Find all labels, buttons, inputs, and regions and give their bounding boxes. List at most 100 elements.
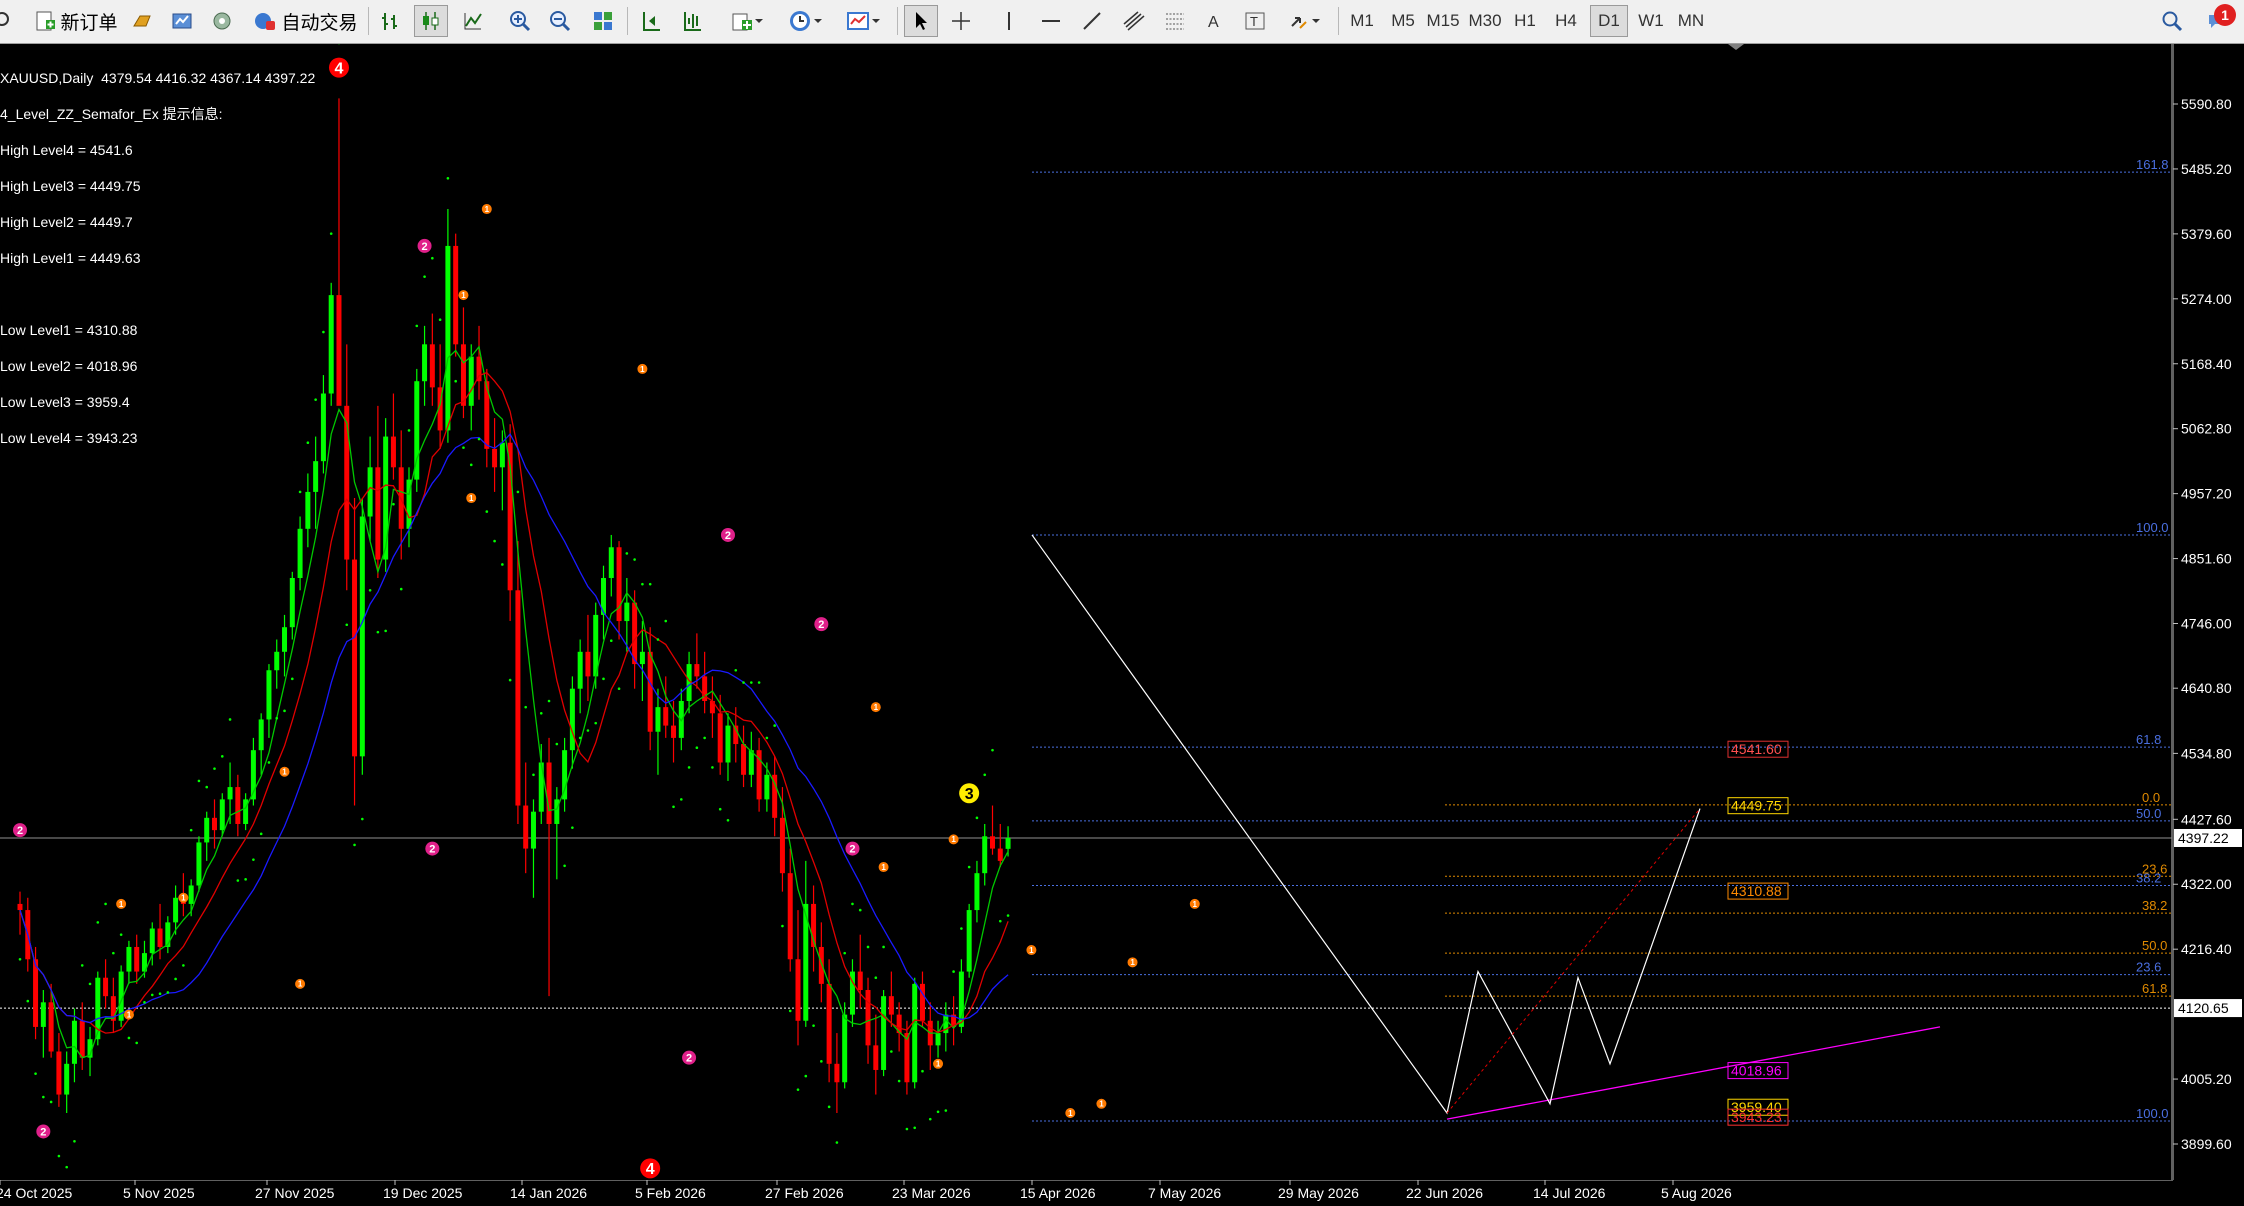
sar-dot: [944, 1109, 948, 1112]
arrows-dropdown[interactable]: [1280, 5, 1330, 37]
candle-body: [476, 356, 482, 382]
equidistant-channel-button[interactable]: [1117, 5, 1151, 37]
vertical-line-button[interactable]: [992, 5, 1026, 37]
sar-dot: [438, 318, 442, 322]
candle-body: [17, 903, 23, 911]
sar-dot: [633, 558, 636, 561]
timeframe-d1-button[interactable]: D1: [1590, 5, 1628, 37]
text-label-button[interactable]: T: [1238, 5, 1272, 37]
timeframe-h1-button[interactable]: H1: [1506, 5, 1544, 37]
timeframe-m1-button[interactable]: M1: [1343, 5, 1381, 37]
price-tick-label: 4322.00: [2181, 876, 2232, 892]
zoom-out-button[interactable]: [543, 5, 577, 37]
semafor-marker-label: 1: [1099, 1100, 1104, 1109]
sar-dot: [905, 1127, 909, 1131]
candlestick-button[interactable]: [414, 5, 448, 37]
sar-dot: [205, 785, 209, 789]
cursor-button[interactable]: [904, 5, 938, 37]
price-chart[interactable]: 161.8100.061.850.038.223.6100.00.023.638…: [0, 44, 2173, 1180]
candle-body: [204, 817, 210, 843]
line-chart-button[interactable]: [456, 5, 490, 37]
candle-body: [577, 651, 583, 689]
templates-dropdown[interactable]: [838, 5, 890, 37]
semafor-marker-label: 1: [461, 291, 466, 300]
text-icon: A: [1208, 14, 1219, 31]
notification-badge: 1: [2214, 4, 2236, 26]
semafor-marker-label: 1: [181, 894, 186, 903]
trendline-icon: [1083, 12, 1101, 30]
candle-body: [881, 996, 887, 1070]
new-order-button[interactable]: 新订单: [30, 5, 122, 37]
candle-body: [383, 436, 389, 560]
channel-icon: [1123, 11, 1145, 31]
sar-dot: [913, 1126, 916, 1130]
sar-dot: [571, 826, 574, 829]
timeframe-m15-button[interactable]: M15: [1424, 5, 1462, 37]
candle-body: [888, 996, 894, 1015]
price-tick-label: 4005.20: [2181, 1071, 2232, 1087]
candle-body: [266, 670, 272, 720]
candle-body: [694, 664, 700, 677]
search-button[interactable]: [2154, 5, 2190, 37]
price-tick-label: 4851.60: [2181, 551, 2232, 567]
time-tick-label: 22 Jun 2026: [1406, 1185, 1483, 1201]
candle-body: [453, 245, 459, 345]
level-value-label: 4018.96: [1731, 1063, 1782, 1079]
sar-dot: [726, 818, 730, 822]
auto-trading-label: 自动交易: [281, 12, 358, 34]
sar-dot: [399, 587, 403, 591]
semafor-marker-label: 1: [119, 900, 124, 909]
sar-dot: [718, 807, 722, 811]
sar-dot: [501, 563, 504, 566]
sar-dot: [952, 970, 955, 973]
price-axis[interactable]: 5590.80 5485.20 5379.60 5274.00 5168.40 5062.…: [2173, 44, 2244, 1180]
chart-shift-button[interactable]: [634, 5, 668, 37]
sar-dot: [835, 1141, 839, 1144]
sar-dot: [329, 232, 333, 235]
time-axis[interactable]: 24 Oct 2025 5 Nov 2025 27 Nov 2025 19 Dec 2…: [0, 1180, 2244, 1206]
timeframe-mn-button[interactable]: MN: [1672, 5, 1710, 37]
sar-dot: [983, 773, 987, 777]
sar-dot: [65, 1165, 68, 1169]
auto-trading-button[interactable]: 自动交易: [248, 5, 363, 37]
sar-dot: [431, 256, 434, 260]
candle-body: [375, 467, 381, 560]
candle-body: [779, 817, 785, 874]
candle-body: [282, 627, 288, 652]
sar-dot: [773, 724, 776, 727]
options-button[interactable]: [205, 5, 239, 37]
autoscroll-button[interactable]: [675, 5, 709, 37]
search-icon: [2162, 11, 2183, 32]
candle-body: [468, 356, 474, 406]
candle-body: [235, 787, 241, 824]
price-tick-label: 4216.40: [2181, 941, 2232, 957]
timeframe-h4-button[interactable]: H4: [1547, 5, 1585, 37]
semafor-marker-label: 1: [881, 863, 886, 872]
bar-chart-button[interactable]: [374, 5, 408, 37]
zoom-in-button[interactable]: [503, 5, 537, 37]
fibonacci-button[interactable]: [1158, 5, 1192, 37]
tile-windows-button[interactable]: [586, 5, 620, 37]
price-tick-label: 4640.80: [2181, 680, 2232, 696]
horizontal-line-button[interactable]: [1034, 5, 1068, 37]
periods-dropdown[interactable]: [780, 5, 832, 37]
notifications-button[interactable]: 1: [2194, 4, 2240, 37]
search-partial-icon[interactable]: [0, 5, 12, 37]
zoom-in-icon: [510, 11, 531, 32]
timeframe-m30-button[interactable]: M30: [1466, 5, 1504, 37]
sar-dot: [664, 619, 668, 623]
zigzag-line: [1031, 534, 1701, 1115]
market-watch-button[interactable]: [126, 5, 160, 37]
history-button[interactable]: [165, 5, 199, 37]
fib-small-level-label: 50.0: [2142, 938, 2167, 953]
indicators-dropdown[interactable]: [722, 5, 774, 37]
timeframe-w1-button[interactable]: W1: [1632, 5, 1670, 37]
candle-body: [569, 688, 575, 751]
crosshair-button[interactable]: [944, 5, 978, 37]
candle-body: [787, 873, 793, 960]
text-button[interactable]: A: [1198, 5, 1232, 37]
chart-canvas[interactable]: 161.8 100.0 61.8 50.0 38.2 23.6 100.0 0.0 23.6 38…: [0, 44, 2173, 1180]
timeframe-m5-button[interactable]: M5: [1384, 5, 1422, 37]
horizontal-line-icon: [1042, 20, 1060, 22]
trendline-button[interactable]: [1075, 5, 1109, 37]
